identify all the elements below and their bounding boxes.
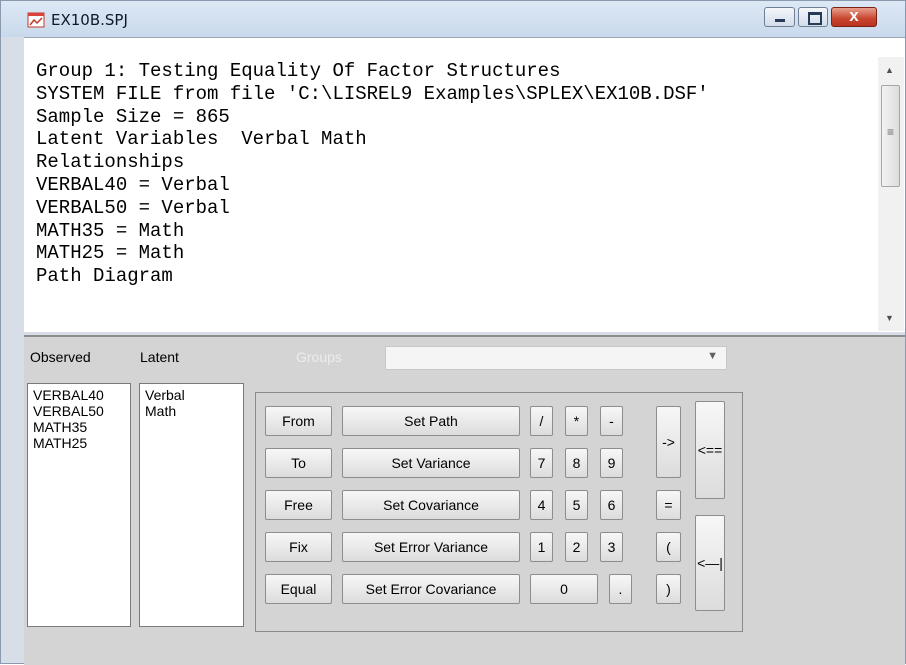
scroll-down-icon[interactable]: ▼: [885, 313, 894, 323]
title-bar[interactable]: EX10B.SPJ x: [1, 1, 905, 37]
maximize-icon: [808, 12, 822, 25]
maximize-button[interactable]: [798, 7, 828, 27]
app-window: EX10B.SPJ x Group 1: Testing Equality Of…: [0, 0, 906, 665]
observed-item[interactable]: MATH25: [33, 435, 87, 451]
equals-button[interactable]: =: [656, 490, 681, 520]
digit-1-button[interactable]: 1: [530, 532, 553, 562]
digit-9-button[interactable]: 9: [600, 448, 623, 478]
syntax-line: SYSTEM FILE from file 'C:\LISREL9 Exampl…: [36, 82, 709, 105]
observed-item[interactable]: VERBAL40: [33, 387, 104, 403]
minus-button[interactable]: -: [600, 406, 623, 436]
to-button[interactable]: To: [265, 448, 332, 478]
latent-label: Latent: [140, 349, 179, 365]
observed-item[interactable]: MATH35: [33, 419, 87, 435]
digit-2-button[interactable]: 2: [565, 532, 588, 562]
backspace-button[interactable]: <—|: [695, 515, 725, 611]
observed-variables-list[interactable]: VERBAL40 VERBAL50 MATH35 MATH25: [27, 383, 131, 627]
scrollbar-thumb[interactable]: ≡: [881, 85, 900, 187]
multiply-button[interactable]: *: [565, 406, 588, 436]
clear-all-button[interactable]: <==: [695, 401, 725, 499]
syntax-line: MATH25 = Math: [36, 242, 185, 265]
set-error-variance-button[interactable]: Set Error Variance: [342, 532, 520, 562]
syntax-line: VERBAL40 = Verbal: [36, 173, 230, 196]
set-variance-button[interactable]: Set Variance: [342, 448, 520, 478]
window-title: EX10B.SPJ: [51, 11, 128, 29]
digit-0-button[interactable]: 0: [530, 574, 598, 604]
minimize-icon: [775, 19, 785, 22]
syntax-line: VERBAL50 = Verbal: [36, 196, 230, 219]
fix-button[interactable]: Fix: [265, 532, 332, 562]
command-keypad: From To Free Fix Equal Set Path Set Vari…: [255, 392, 743, 632]
set-path-button[interactable]: Set Path: [342, 406, 520, 436]
syntax-editor[interactable]: Group 1: Testing Equality Of Factor Stru…: [24, 37, 905, 332]
syntax-line: Group 1: Testing Equality Of Factor Stru…: [36, 60, 561, 82]
syntax-line: MATH35 = Math: [36, 219, 185, 242]
set-error-covariance-button[interactable]: Set Error Covariance: [342, 574, 520, 604]
close-icon: x: [849, 6, 859, 25]
digit-5-button[interactable]: 5: [565, 490, 588, 520]
syntax-line: Latent Variables Verbal Math: [36, 128, 367, 151]
digit-6-button[interactable]: 6: [600, 490, 623, 520]
observed-item[interactable]: VERBAL50: [33, 403, 104, 419]
grip-icon: ≡: [887, 125, 895, 139]
observed-label: Observed: [30, 349, 91, 365]
digit-8-button[interactable]: 8: [565, 448, 588, 478]
from-button[interactable]: From: [265, 406, 332, 436]
arrow-right-button[interactable]: ->: [656, 406, 681, 478]
equal-button[interactable]: Equal: [265, 574, 332, 604]
scroll-up-icon[interactable]: ▲: [885, 65, 894, 75]
close-button[interactable]: x: [831, 6, 877, 27]
free-button[interactable]: Free: [265, 490, 332, 520]
syntax-line: Relationships: [36, 151, 185, 174]
latent-item[interactable]: Verbal: [145, 387, 185, 403]
open-paren-button[interactable]: (: [656, 532, 681, 562]
digit-7-button[interactable]: 7: [530, 448, 553, 478]
minimize-button[interactable]: [764, 7, 795, 27]
latent-variables-list[interactable]: Verbal Math: [139, 383, 244, 627]
syntax-line: Sample Size = 865: [36, 105, 230, 128]
groups-label: Groups: [296, 349, 342, 365]
variables-panel: Observed Latent Groups ▼ VERBAL40 VERBAL…: [24, 335, 905, 665]
set-covariance-button[interactable]: Set Covariance: [342, 490, 520, 520]
syntax-text[interactable]: Group 1: Testing Equality Of Factor Stru…: [36, 60, 709, 288]
decimal-point-button[interactable]: .: [609, 574, 632, 604]
digit-4-button[interactable]: 4: [530, 490, 553, 520]
close-paren-button[interactable]: ): [656, 574, 681, 604]
document-icon: [27, 12, 45, 28]
syntax-line: Path Diagram: [36, 265, 173, 288]
groups-dropdown[interactable]: ▼: [385, 346, 727, 370]
chevron-down-icon[interactable]: ▼: [707, 350, 718, 362]
digit-3-button[interactable]: 3: [600, 532, 623, 562]
slash-button[interactable]: /: [530, 406, 553, 436]
latent-item[interactable]: Math: [145, 403, 176, 419]
